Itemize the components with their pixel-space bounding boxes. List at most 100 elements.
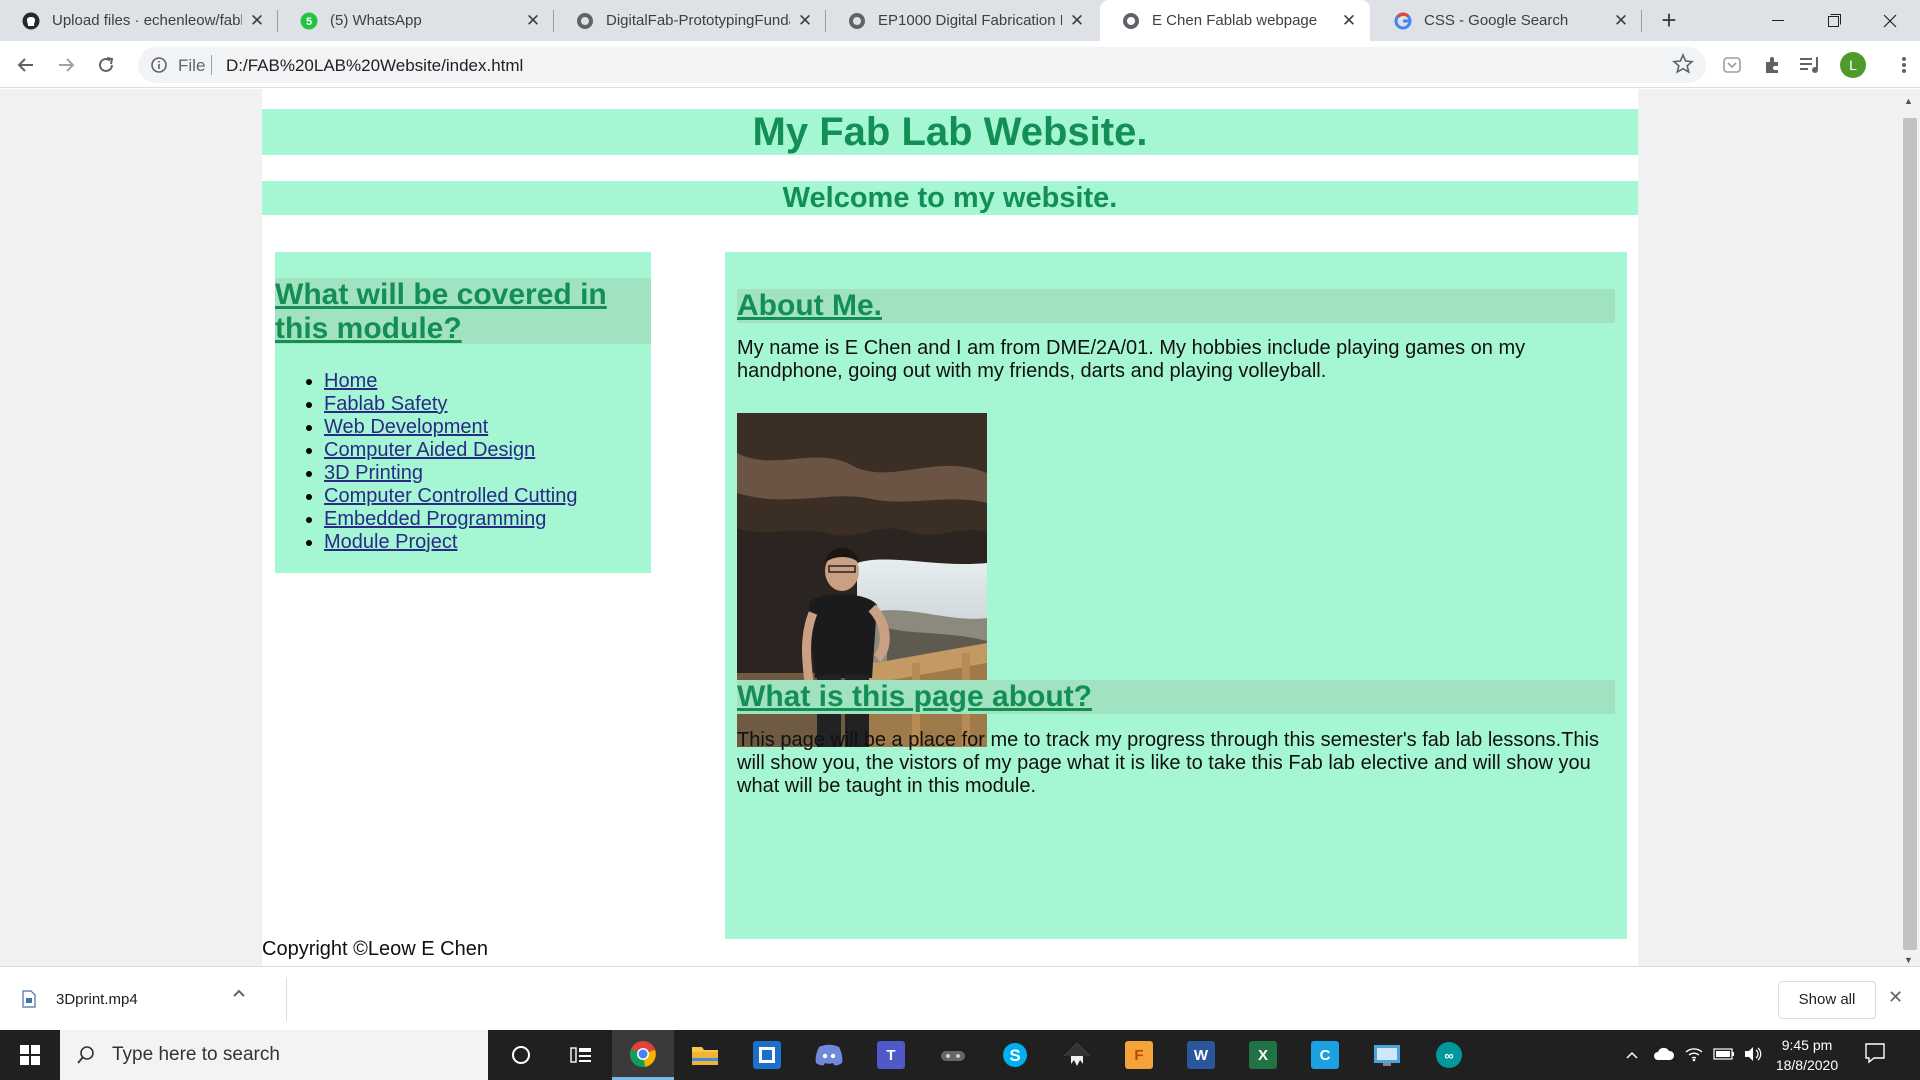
taskbar-word[interactable]: W bbox=[1170, 1030, 1232, 1080]
battery-icon[interactable] bbox=[1713, 1047, 1735, 1063]
link-module-project[interactable]: Module Project bbox=[324, 531, 457, 553]
close-tab-icon[interactable]: ✕ bbox=[248, 11, 266, 31]
chrome-menu-icon[interactable] bbox=[1890, 51, 1918, 79]
close-window-button[interactable] bbox=[1862, 0, 1918, 41]
taskbar-chrome[interactable] bbox=[612, 1030, 674, 1080]
pocket-extension-icon[interactable] bbox=[1718, 51, 1746, 79]
link-home[interactable]: Home bbox=[324, 370, 377, 392]
taskbar-game[interactable] bbox=[922, 1030, 984, 1080]
taskbar-excel[interactable]: X bbox=[1232, 1030, 1294, 1080]
back-button[interactable] bbox=[12, 51, 40, 79]
tab-echen-fablab[interactable]: E Chen Fablab webpage ✕ bbox=[1100, 0, 1370, 41]
taskbar-app-ai[interactable] bbox=[736, 1030, 798, 1080]
page-about-heading: What is this page about? bbox=[737, 680, 1615, 714]
link-embedded-programming[interactable]: Embedded Programming bbox=[324, 508, 546, 530]
taskbar-fusion360[interactable]: F bbox=[1108, 1030, 1170, 1080]
show-all-downloads-button[interactable]: Show all bbox=[1778, 981, 1876, 1019]
taskbar-app-c[interactable]: C bbox=[1294, 1030, 1356, 1080]
page-subtitle: Welcome to my website. bbox=[262, 181, 1638, 215]
task-view-button[interactable] bbox=[550, 1030, 612, 1080]
link-fablab-safety[interactable]: Fablab Safety bbox=[324, 393, 447, 415]
svg-text:∞: ∞ bbox=[1444, 1048, 1453, 1063]
word-icon: W bbox=[1187, 1041, 1215, 1069]
list-item: Fablab Safety bbox=[324, 393, 577, 416]
chevron-up-icon[interactable] bbox=[232, 985, 246, 1001]
cortana-button[interactable] bbox=[490, 1030, 552, 1080]
inkscape-icon bbox=[1064, 1043, 1090, 1066]
onedrive-cloud-icon[interactable] bbox=[1653, 1047, 1675, 1064]
list-item: Module Project bbox=[324, 531, 577, 554]
extensions-puzzle-icon[interactable] bbox=[1758, 51, 1786, 79]
close-tab-icon[interactable]: ✕ bbox=[1612, 11, 1630, 31]
globe-icon bbox=[576, 12, 594, 30]
show-hidden-icons-icon[interactable] bbox=[1625, 1047, 1639, 1063]
download-bar: 3Dprint.mp4 Show all ✕ bbox=[0, 966, 1920, 1030]
tab-ep1000[interactable]: EP1000 Digital Fabrication Pr ✕ bbox=[826, 0, 1098, 41]
reload-button[interactable] bbox=[92, 51, 120, 79]
page-title: My Fab Lab Website. bbox=[262, 109, 1638, 155]
new-tab-button[interactable]: + bbox=[1654, 6, 1684, 36]
search-icon bbox=[77, 1046, 94, 1064]
excel-icon: X bbox=[1249, 1041, 1277, 1069]
volume-icon[interactable] bbox=[1743, 1046, 1763, 1065]
github-icon bbox=[22, 12, 40, 30]
taskbar-control-panel[interactable] bbox=[1356, 1030, 1418, 1080]
list-item: Home bbox=[324, 370, 577, 393]
globe-icon bbox=[848, 12, 866, 30]
list-item: 3D Printing bbox=[324, 462, 577, 485]
browser-tab-strip: Upload files · echenleow/fabl ✕ 5 (5) Wh… bbox=[0, 0, 1920, 41]
close-download-bar-icon[interactable]: ✕ bbox=[1888, 987, 1903, 1008]
sidebar-heading-line2: this module? bbox=[275, 312, 462, 345]
tab-whatsapp[interactable]: 5 (5) WhatsApp ✕ bbox=[278, 0, 554, 41]
taskbar-teams[interactable]: T bbox=[860, 1030, 922, 1080]
whatsapp-icon: 5 bbox=[300, 12, 318, 30]
start-button[interactable] bbox=[0, 1030, 60, 1080]
google-icon bbox=[1394, 12, 1412, 30]
taskbar-inkscape[interactable] bbox=[1046, 1030, 1108, 1080]
task-view-icon bbox=[570, 1047, 591, 1063]
wifi-icon[interactable] bbox=[1685, 1046, 1703, 1065]
webpage-container: My Fab Lab Website. Welcome to my websit… bbox=[262, 89, 1638, 966]
about-me-heading: About Me. bbox=[737, 289, 1615, 323]
minimize-window-button[interactable] bbox=[1750, 0, 1806, 41]
link-computer-controlled-cutting[interactable]: Computer Controlled Cutting bbox=[324, 485, 577, 507]
address-bar[interactable]: File D:/FAB%20LAB%20Website/index.html bbox=[138, 47, 1706, 83]
restore-window-button[interactable] bbox=[1806, 0, 1862, 41]
close-tab-icon[interactable]: ✕ bbox=[1340, 11, 1358, 31]
close-tab-icon[interactable]: ✕ bbox=[796, 11, 814, 31]
module-sidebar: What will be covered in this module? Hom… bbox=[275, 252, 651, 573]
list-item: Embedded Programming bbox=[324, 508, 577, 531]
minimize-icon bbox=[1772, 19, 1784, 21]
link-computer-aided-design[interactable]: Computer Aided Design bbox=[324, 439, 535, 461]
taskbar-discord[interactable] bbox=[798, 1030, 860, 1080]
taskbar-arduino[interactable]: ∞ bbox=[1418, 1030, 1480, 1080]
scroll-down-arrow-icon[interactable]: ▼ bbox=[1904, 955, 1913, 965]
system-tray bbox=[1625, 1030, 1763, 1080]
url-text[interactable]: D:/FAB%20LAB%20Website/index.html bbox=[226, 56, 523, 76]
tab-digitalfab[interactable]: DigitalFab-PrototypingFunda ✕ bbox=[554, 0, 826, 41]
scheme-label: File bbox=[178, 56, 206, 75]
close-tab-icon[interactable]: ✕ bbox=[1068, 11, 1086, 31]
tab-upload-files[interactable]: Upload files · echenleow/fabl ✕ bbox=[0, 0, 278, 41]
link-web-development[interactable]: Web Development bbox=[324, 416, 488, 438]
info-icon[interactable] bbox=[150, 56, 168, 79]
tab-title: EP1000 Digital Fabrication Pr bbox=[878, 12, 1062, 29]
close-tab-icon[interactable]: ✕ bbox=[524, 11, 542, 31]
scroll-up-arrow-icon[interactable]: ▲ bbox=[1904, 96, 1913, 106]
forward-button[interactable] bbox=[52, 51, 80, 79]
bookmark-star-icon[interactable] bbox=[1672, 52, 1694, 80]
profile-avatar[interactable]: L bbox=[1840, 52, 1866, 78]
taskbar-file-explorer[interactable] bbox=[674, 1030, 736, 1080]
taskbar-search-input[interactable]: Type here to search bbox=[60, 1030, 488, 1080]
taskbar-skype[interactable]: S bbox=[984, 1030, 1046, 1080]
browser-toolbar: File D:/FAB%20LAB%20Website/index.html bbox=[0, 41, 1920, 88]
teams-icon: T bbox=[877, 1041, 905, 1069]
globe-icon bbox=[1122, 12, 1140, 30]
media-control-icon[interactable] bbox=[1796, 51, 1824, 79]
taskbar-clock[interactable]: 9:45 pm 18/8/2020 bbox=[1762, 1035, 1852, 1075]
action-center-icon[interactable] bbox=[1864, 1042, 1886, 1069]
link-3d-printing[interactable]: 3D Printing bbox=[324, 462, 423, 484]
tab-css-google-search[interactable]: CSS - Google Search ✕ bbox=[1372, 0, 1642, 41]
fusion-icon: F bbox=[1125, 1041, 1153, 1069]
scrollbar-thumb[interactable] bbox=[1903, 118, 1917, 950]
